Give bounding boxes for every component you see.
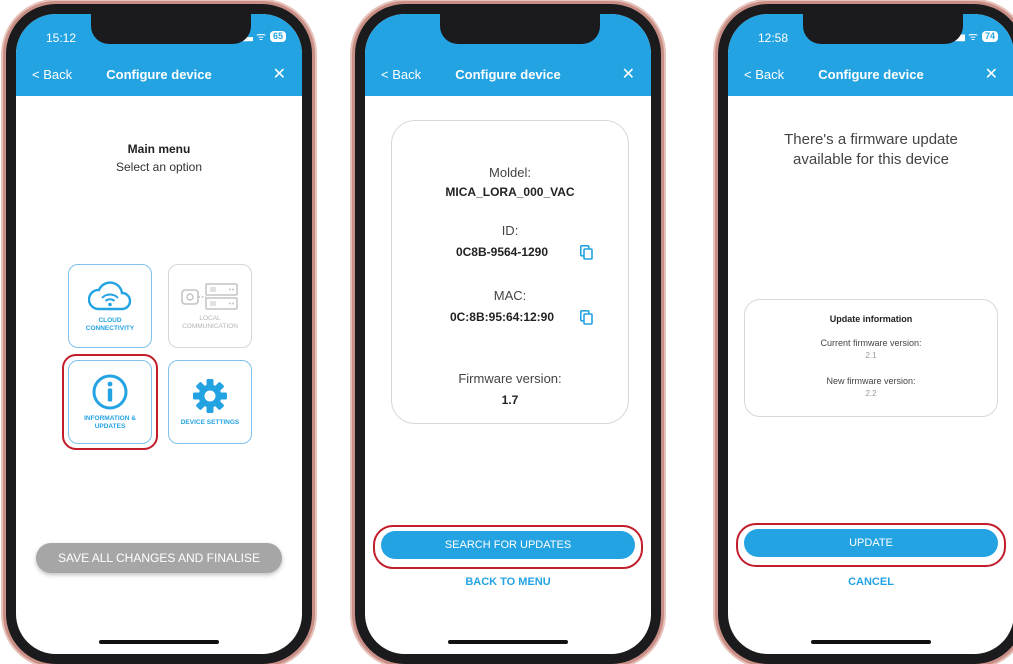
local-network-icon [181, 283, 238, 310]
device-info-card: Moldel: MICA_LORA_000_VAC ID: 0C8B-9564-… [391, 120, 629, 424]
screen: 15:12 ▂▃ ᯤ 65 < Back Configure device ✕ … [16, 14, 302, 654]
update-info-card: Update information Current firmware vers… [744, 299, 998, 417]
back-to-menu-button[interactable]: BACK TO MENU [365, 576, 651, 588]
information-updates-label: INFORMATION & UPDATES [84, 415, 136, 430]
copy-id-icon[interactable] [580, 245, 593, 260]
cloud-connectivity-tile[interactable]: CLOUD CONNECTIVITY [68, 264, 152, 348]
device-settings-label: DEVICE SETTINGS [180, 419, 240, 426]
status-time: 15:12 [46, 31, 77, 45]
wifi-icon: ᯤ [255, 31, 266, 43]
screen: < Back Configure device ✕ Moldel: MICA_L… [365, 14, 651, 654]
notch [91, 14, 251, 44]
cancel-button[interactable]: CANCEL [728, 576, 1013, 588]
phone-firmware-update: 12:58 ▂▃▅ ᯤ 74 < Back Configure device ✕… [718, 4, 1013, 664]
close-icon[interactable]: ✕ [985, 64, 998, 84]
notch [440, 14, 600, 44]
model-value: MICA_LORA_000_VAC [445, 185, 575, 199]
wifi-icon: ᯤ [967, 31, 978, 43]
copy-mac-icon[interactable] [580, 310, 593, 325]
firmware-value: 1.7 [501, 393, 519, 407]
screen: 12:58 ▂▃▅ ᯤ 74 < Back Configure device ✕… [728, 14, 1013, 654]
new-firmware-label: New firmware version: [826, 376, 916, 386]
search-for-updates-button[interactable]: SEARCH FOR UPDATES [381, 531, 635, 559]
status-time: 12:58 [758, 31, 789, 45]
firmware-label: Firmware version: [458, 371, 562, 386]
close-icon[interactable]: ✕ [273, 64, 286, 84]
cloud-connectivity-label: CLOUD CONNECTIVITY [85, 317, 135, 332]
current-firmware-label: Current firmware version: [820, 338, 922, 348]
local-communication-label: LOCAL COMMUNICATION [182, 315, 238, 330]
information-updates-tile[interactable]: INFORMATION & UPDATES [68, 360, 152, 444]
update-message: There's a firmware update available for … [748, 130, 994, 170]
update-message-line1: There's a firmware update [784, 131, 958, 148]
header-title: Configure device [455, 67, 561, 82]
local-communication-tile[interactable]: LOCAL COMMUNICATION [168, 264, 252, 348]
update-info-title: Update information [829, 314, 913, 324]
battery-icon: 65 [269, 31, 286, 42]
phone-main-menu: 15:12 ▂▃ ᯤ 65 < Back Configure device ✕ … [6, 4, 312, 664]
app-header: < Back Configure device ✕ [365, 54, 651, 96]
cloud-wifi-icon [88, 281, 132, 311]
menu-subtitle: Select an option [115, 160, 203, 174]
info-icon [92, 374, 128, 410]
mac-label: MAC: [493, 288, 527, 303]
header-title: Configure device [818, 67, 924, 82]
device-settings-tile[interactable]: DEVICE SETTINGS [168, 360, 252, 444]
id-label: ID: [501, 223, 519, 238]
battery-icon: 74 [981, 31, 998, 42]
app-header: < Back Configure device ✕ [728, 54, 1013, 96]
current-firmware-value: 2.1 [865, 351, 877, 360]
save-all-changes-button[interactable]: SAVE ALL CHANGES AND FINALISE [36, 543, 282, 573]
close-icon[interactable]: ✕ [622, 64, 635, 84]
update-message-line2: available for this device [793, 151, 949, 168]
app-header: < Back Configure device ✕ [16, 54, 302, 96]
update-button[interactable]: UPDATE [744, 529, 998, 557]
phone-device-info: < Back Configure device ✕ Moldel: MICA_L… [355, 4, 661, 664]
gear-icon [193, 379, 227, 413]
menu-title: Main menu [127, 142, 191, 156]
notch [803, 14, 963, 44]
model-label: Moldel: [489, 165, 531, 180]
header-title: Configure device [106, 67, 212, 82]
new-firmware-value: 2.2 [865, 389, 877, 398]
